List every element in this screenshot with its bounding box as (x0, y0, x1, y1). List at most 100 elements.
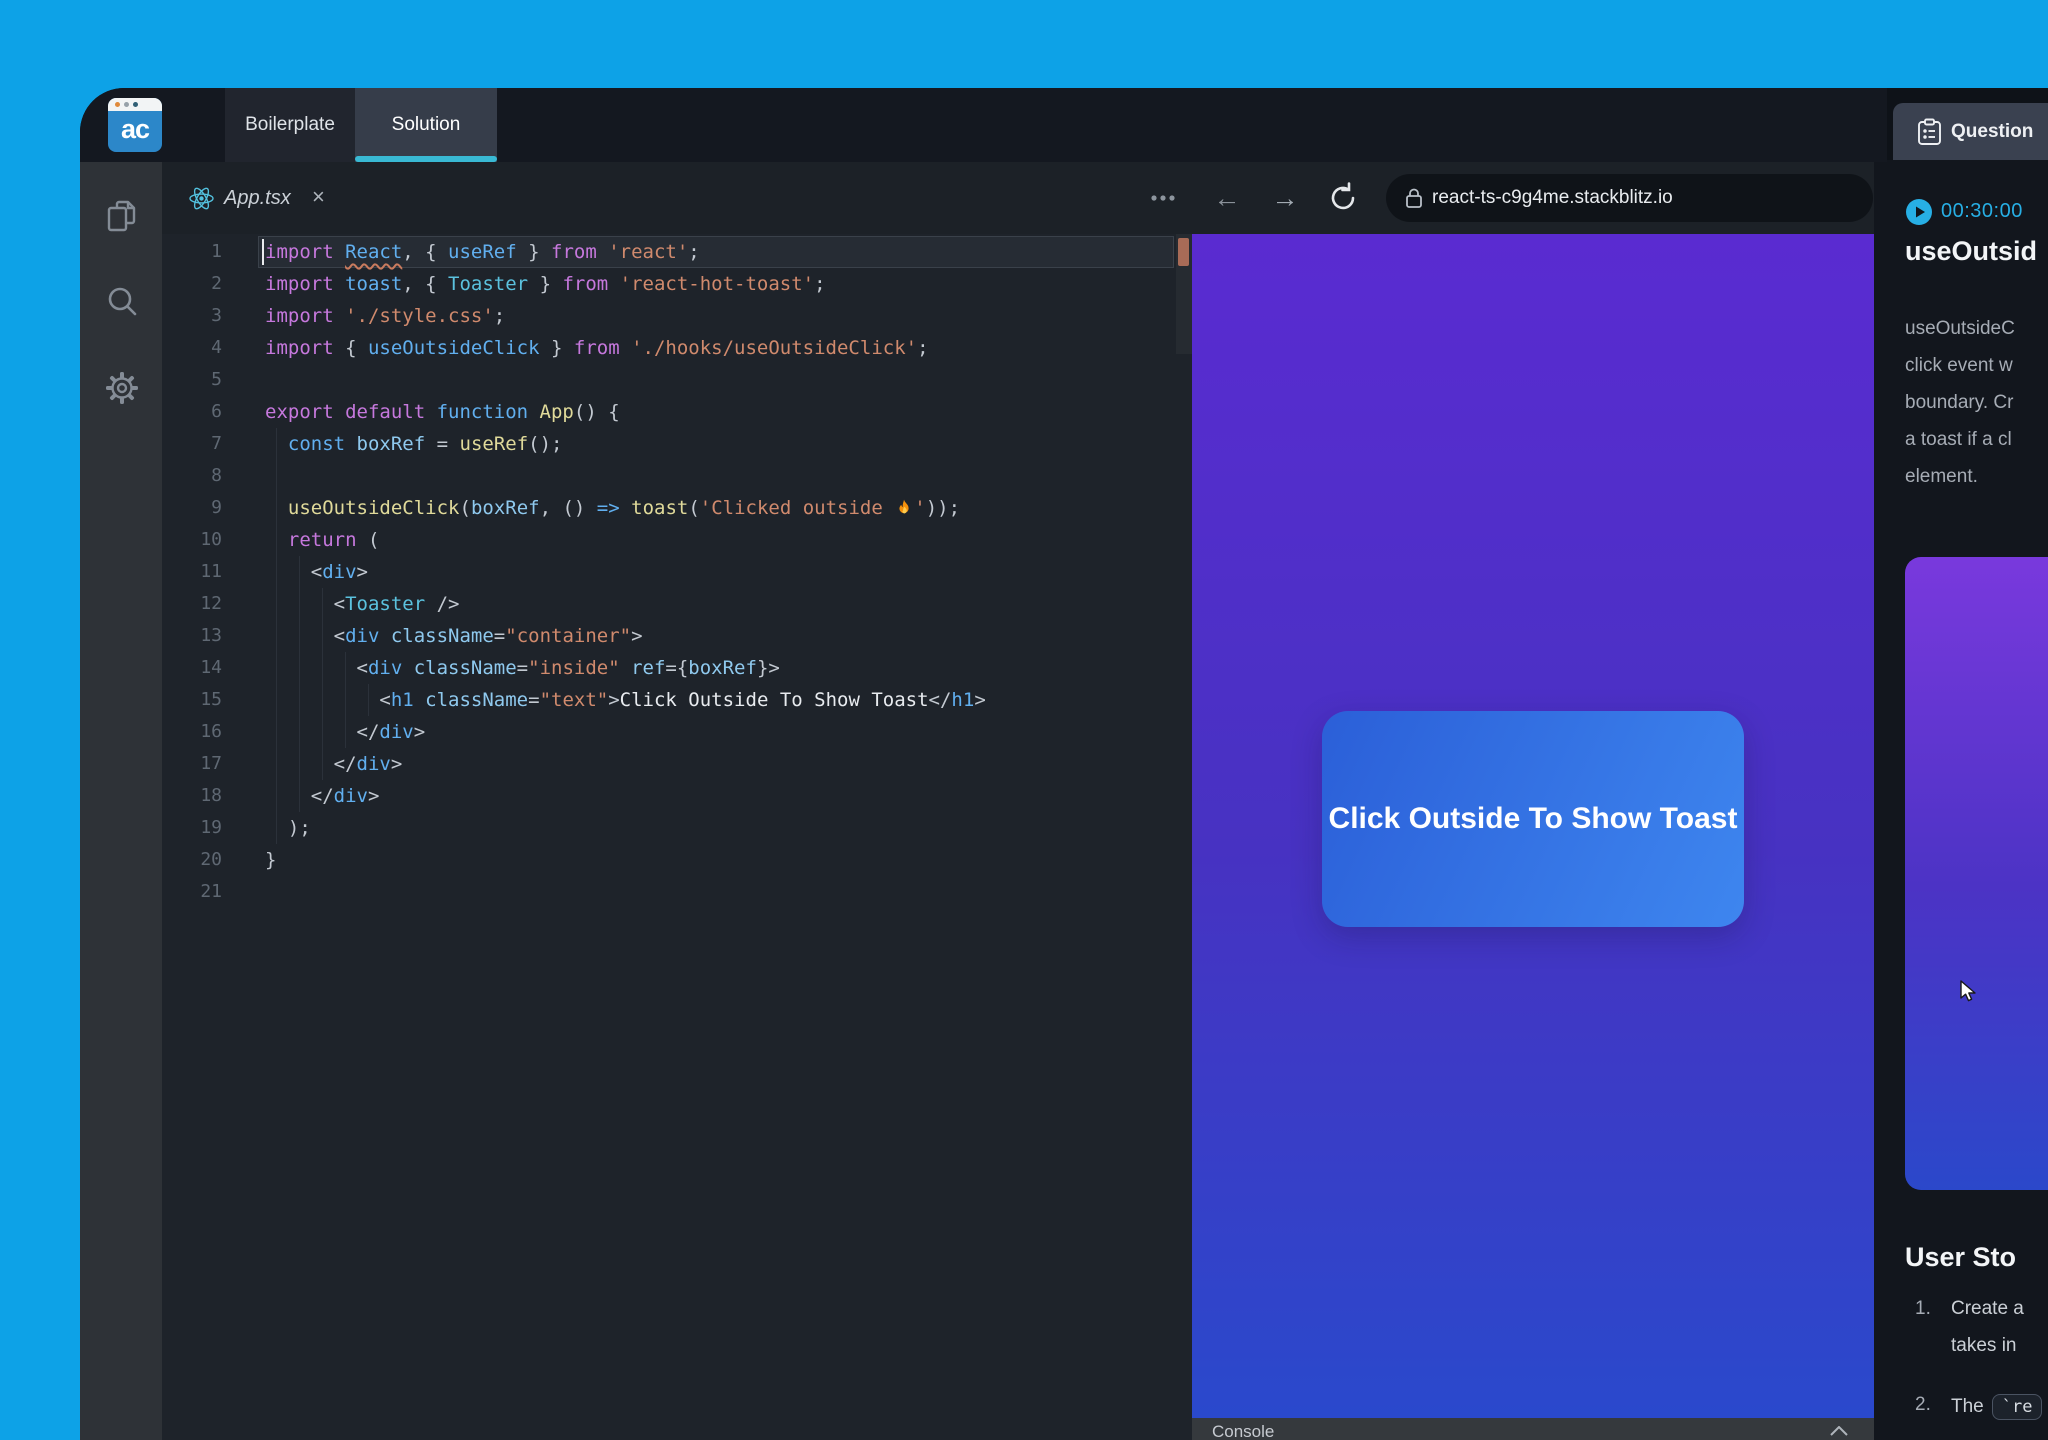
editor-tab-label: App.tsx (224, 162, 291, 234)
arrow-left-icon[interactable]: ← (1210, 162, 1244, 234)
timer: 00:30:00 (1905, 198, 1933, 226)
line-number: 19 (162, 812, 222, 844)
tab-solution-label: Solution (392, 114, 461, 135)
code-line: 10 return ( (162, 524, 1192, 556)
code-line: 13 <div className="container"> (162, 620, 1192, 652)
line-number: 13 (162, 620, 222, 652)
code-lines: 1import React, { useRef } from 'react';2… (162, 236, 1192, 908)
arrow-right-icon[interactable]: → (1268, 162, 1302, 234)
code-line: 21 (162, 876, 1192, 908)
tab-boilerplate[interactable]: Boilerplate (225, 88, 355, 162)
app-preview[interactable]: Click Outside To Show Toast (1192, 234, 1874, 1418)
code-line: 6export default function App() { (162, 396, 1192, 428)
gear-icon[interactable] (104, 370, 140, 411)
url-bar[interactable]: react-ts-c9g4me.stackblitz.io (1386, 174, 1873, 222)
code-line: 1import React, { useRef } from 'react'; (162, 236, 1192, 268)
question-paragraph-line: useOutsideC (1905, 310, 2015, 347)
editor-tab-apptsx[interactable]: App.tsx × (162, 162, 342, 234)
line-number: 6 (162, 396, 222, 428)
logo-dot-teal (133, 102, 138, 107)
story-1-line-1: Create a (1951, 1298, 2024, 1320)
code-line: 8 (162, 460, 1192, 492)
tab-solution[interactable]: Solution (355, 88, 497, 162)
clipboard-icon (1917, 118, 1942, 146)
line-number: 7 (162, 428, 222, 460)
code-line: 3import './style.css'; (162, 300, 1192, 332)
console-bar[interactable]: Console (1192, 1418, 1874, 1440)
code-line: 4import { useOutsideClick } from './hook… (162, 332, 1192, 364)
story-2-line: The `re (1951, 1394, 2042, 1420)
app-window: ac Boilerplate Solution (80, 88, 2048, 1440)
line-number: 20 (162, 844, 222, 876)
tab-question-label: Question (1951, 103, 2033, 160)
url-text: react-ts-c9g4me.stackblitz.io (1432, 174, 1673, 222)
tab-boilerplate-label: Boilerplate (245, 114, 335, 135)
line-number: 8 (162, 460, 222, 492)
code-line: 16 </div> (162, 716, 1192, 748)
line-number: 18 (162, 780, 222, 812)
logo-dot-gray (124, 102, 129, 107)
line-number: 10 (162, 524, 222, 556)
play-circle-icon[interactable] (1905, 198, 1933, 226)
question-panel: Question 00:30:00 useOutsid useOutsideCc… (1887, 88, 2048, 1440)
question-paragraph: useOutsideCclick event wboundary. Cra to… (1905, 310, 2015, 495)
indent-guide (276, 460, 277, 492)
question-paragraph-line: a toast if a cl (1905, 421, 2015, 458)
search-icon[interactable] (104, 284, 140, 325)
logo-window-bar (108, 98, 162, 111)
ellipsis-icon[interactable] (1146, 162, 1180, 234)
story-2-code-chip: `re (1992, 1394, 2043, 1420)
editor-scrollbar[interactable] (1176, 234, 1192, 354)
story-1-number: 1. (1915, 1298, 1931, 1320)
code-line: 5 (162, 364, 1192, 396)
refresh-icon[interactable] (1326, 162, 1360, 234)
sidebar (80, 162, 162, 1440)
react-icon (188, 185, 215, 212)
line-number: 2 (162, 268, 222, 300)
click-outside-box[interactable]: Click Outside To Show Toast (1322, 711, 1744, 927)
editor-tab-bar: App.tsx × ← → react-ts-c9g4me.stackblitz… (162, 162, 1874, 234)
text-cursor (262, 239, 264, 265)
line-number: 17 (162, 748, 222, 780)
line-number: 9 (162, 492, 222, 524)
solution-thumbnail[interactable] (1905, 557, 2048, 1190)
line-number: 11 (162, 556, 222, 588)
question-paragraph-line: element. (1905, 458, 2015, 495)
tab-question[interactable]: Question (1893, 103, 2048, 160)
line-number: 14 (162, 652, 222, 684)
code-line: 9 useOutsideClick(boxRef, () => toast('C… (162, 492, 1192, 524)
mouse-pointer-icon (1957, 979, 1981, 1003)
logo-dot-orange (115, 102, 120, 107)
lock-icon (1404, 187, 1424, 209)
code-line: 14 <div className="inside" ref={boxRef}> (162, 652, 1192, 684)
logo-text: ac (108, 114, 162, 145)
code-line: 2import toast, { Toaster } from 'react-h… (162, 268, 1192, 300)
line-number: 4 (162, 332, 222, 364)
code-line: 15 <h1 className="text">Click Outside To… (162, 684, 1192, 716)
question-paragraph-line: boundary. Cr (1905, 384, 2015, 421)
line-number: 5 (162, 364, 222, 396)
line-number: 3 (162, 300, 222, 332)
line-number: 21 (162, 876, 222, 908)
close-icon[interactable]: × (312, 162, 325, 234)
app-logo[interactable]: ac (108, 98, 162, 152)
code-editor[interactable]: 1import React, { useRef } from 'react';2… (162, 234, 1192, 1440)
code-line: 18 </div> (162, 780, 1192, 812)
line-number: 16 (162, 716, 222, 748)
line-number: 1 (162, 236, 222, 268)
question-heading: useOutsid (1905, 236, 2037, 267)
line-number: 12 (162, 588, 222, 620)
story-2-text: The (1951, 1396, 1984, 1417)
question-paragraph-line: click event w (1905, 347, 2015, 384)
story-1-line-2: takes in (1951, 1335, 2016, 1357)
code-line: 20} (162, 844, 1192, 876)
line-number: 15 (162, 684, 222, 716)
story-2-number: 2. (1915, 1394, 1931, 1416)
code-line: 7 const boxRef = useRef(); (162, 428, 1192, 460)
timer-value: 00:30:00 (1941, 200, 2023, 223)
fire-emoji-icon (894, 498, 914, 518)
chevron-up-icon[interactable] (1830, 1426, 1848, 1436)
user-stories-heading: User Sto (1905, 1242, 2016, 1273)
files-icon[interactable] (104, 198, 140, 239)
code-line: 11 <div> (162, 556, 1192, 588)
